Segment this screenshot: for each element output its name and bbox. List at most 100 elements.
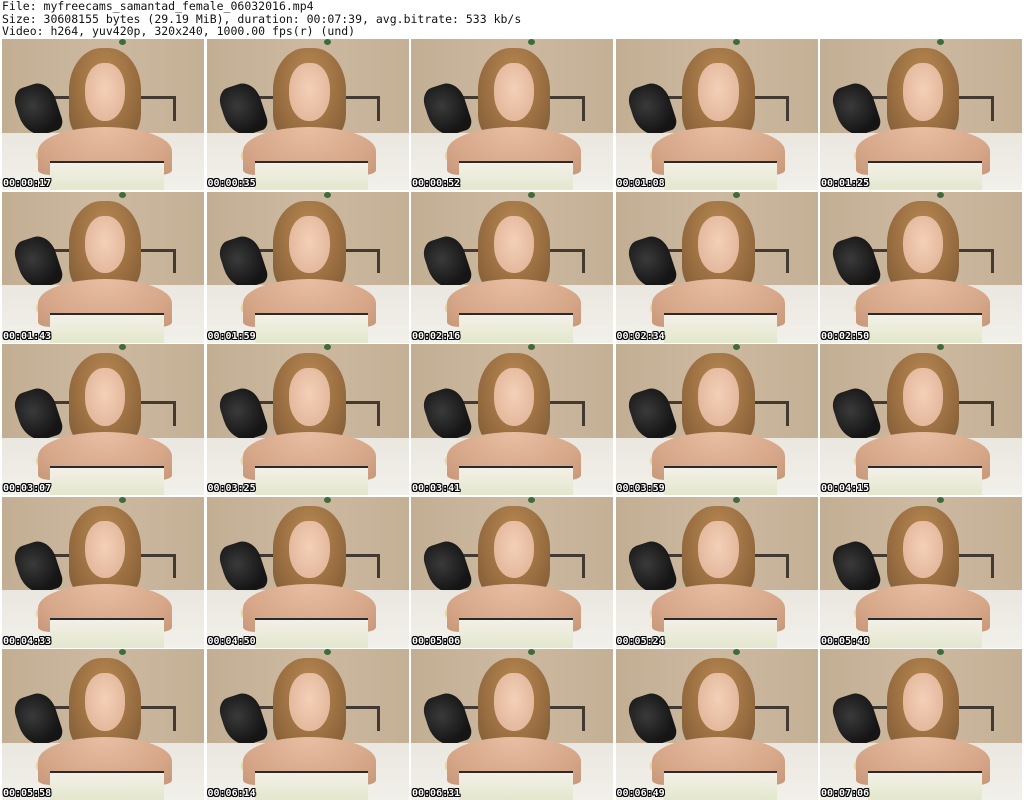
top-garment	[868, 313, 982, 343]
top-garment	[254, 770, 369, 800]
frame-timestamp: 00:06:14	[207, 788, 256, 799]
face	[493, 673, 535, 731]
top-garment	[254, 313, 369, 343]
video-frame-thumbnail: 00:02:50	[820, 191, 1022, 343]
face	[902, 215, 944, 274]
frame-timestamp: 00:04:15	[821, 483, 870, 494]
frame-timestamp: 00:01:59	[207, 330, 256, 342]
frame-timestamp: 00:01:08	[616, 178, 665, 189]
video-frame-thumbnail: 00:01:59	[206, 191, 409, 343]
plant-leaf	[732, 39, 740, 45]
file-name-line: File: myfreecams_samantad_female_0603201…	[2, 0, 314, 13]
plant-leaf	[528, 191, 536, 198]
frame-timestamp: 00:05:06	[412, 635, 461, 647]
face	[698, 63, 739, 121]
video-frame-thumbnail: 00:05:58	[2, 649, 204, 800]
frame-timestamp: 00:02:16	[412, 330, 461, 342]
video-frame-thumbnail: 00:05:24	[615, 496, 818, 648]
plant-leaf	[323, 344, 331, 350]
top-garment	[254, 160, 369, 190]
frame-timestamp: 00:01:25	[821, 178, 870, 189]
frame-timestamp: 00:03:07	[3, 483, 52, 494]
top-garment	[663, 770, 778, 800]
top-garment	[50, 618, 164, 648]
top-garment	[50, 465, 164, 495]
frame-timestamp: 00:05:24	[616, 635, 665, 647]
top-garment	[50, 313, 164, 343]
top-garment	[254, 618, 369, 648]
face	[493, 520, 535, 579]
plant-leaf	[119, 496, 127, 503]
frame-timestamp: 00:07:06	[821, 788, 870, 799]
video-frame-thumbnail: 00:03:25	[206, 344, 409, 495]
video-frame-thumbnail: 00:02:16	[411, 191, 613, 343]
top-garment	[459, 313, 573, 343]
face	[289, 520, 330, 579]
top-garment	[50, 770, 164, 800]
frame-timestamp: 00:02:34	[616, 330, 665, 342]
top-garment	[459, 160, 573, 190]
plant-leaf	[732, 344, 740, 350]
video-frame-thumbnail: 00:04:50	[206, 496, 409, 648]
video-frame-thumbnail: 00:00:52	[411, 39, 613, 190]
file-info-header: File: myfreecams_samantad_female_0603201…	[2, 0, 1020, 38]
top-garment	[459, 465, 573, 495]
face	[493, 63, 535, 121]
plant-leaf	[323, 496, 331, 503]
video-frame-thumbnail: 00:04:15	[820, 344, 1022, 495]
plant-leaf	[937, 191, 945, 198]
thumbnail-grid: 00:00:17 00:00:35 00:00:52 00:01:08 00:01:25…	[2, 39, 1022, 800]
face	[698, 215, 739, 274]
video-frame-thumbnail: 00:00:17	[2, 39, 204, 190]
face	[902, 520, 944, 579]
video-frame-thumbnail: 00:00:35	[206, 39, 409, 190]
video-frame-thumbnail: 00:01:43	[2, 191, 204, 343]
video-frame-thumbnail: 00:03:07	[2, 344, 204, 495]
plant-leaf	[732, 649, 740, 655]
plant-leaf	[119, 191, 127, 198]
plant-leaf	[732, 496, 740, 503]
frame-timestamp: 00:00:35	[207, 178, 256, 189]
face	[289, 215, 330, 274]
frame-timestamp: 00:03:41	[412, 483, 461, 494]
plant-leaf	[323, 649, 331, 655]
plant-leaf	[732, 191, 740, 198]
frame-timestamp: 00:06:49	[616, 788, 665, 799]
video-frame-thumbnail: 00:06:14	[206, 649, 409, 800]
frame-timestamp: 00:01:43	[3, 330, 52, 342]
face	[698, 520, 739, 579]
frame-timestamp: 00:05:40	[821, 635, 870, 647]
frame-timestamp: 00:05:58	[3, 788, 52, 799]
face	[698, 673, 739, 731]
video-frame-thumbnail: 00:07:06	[820, 649, 1022, 800]
face	[493, 215, 535, 274]
frame-timestamp: 00:00:17	[3, 178, 52, 189]
video-frame-thumbnail: 00:05:40	[820, 496, 1022, 648]
face	[84, 63, 126, 121]
top-garment	[459, 770, 573, 800]
frame-timestamp: 00:03:59	[616, 483, 665, 494]
top-garment	[663, 465, 778, 495]
face	[902, 63, 944, 121]
face	[902, 368, 944, 426]
top-garment	[254, 465, 369, 495]
face	[84, 368, 126, 426]
top-garment	[868, 618, 982, 648]
plant-leaf	[937, 496, 945, 503]
top-garment	[663, 160, 778, 190]
face	[902, 673, 944, 731]
video-frame-thumbnail: 00:01:08	[615, 39, 818, 190]
face	[493, 368, 535, 426]
video-frame-thumbnail: 00:03:41	[411, 344, 613, 495]
plant-leaf	[323, 191, 331, 198]
face	[289, 673, 330, 731]
frame-timestamp: 00:06:31	[412, 788, 461, 799]
video-frame-thumbnail: 00:04:33	[2, 496, 204, 648]
top-garment	[868, 160, 982, 190]
frame-timestamp: 00:03:25	[207, 483, 256, 494]
face	[84, 673, 126, 731]
top-garment	[868, 465, 982, 495]
face	[84, 520, 126, 579]
top-garment	[868, 770, 982, 800]
video-frame-thumbnail: 00:02:34	[615, 191, 818, 343]
